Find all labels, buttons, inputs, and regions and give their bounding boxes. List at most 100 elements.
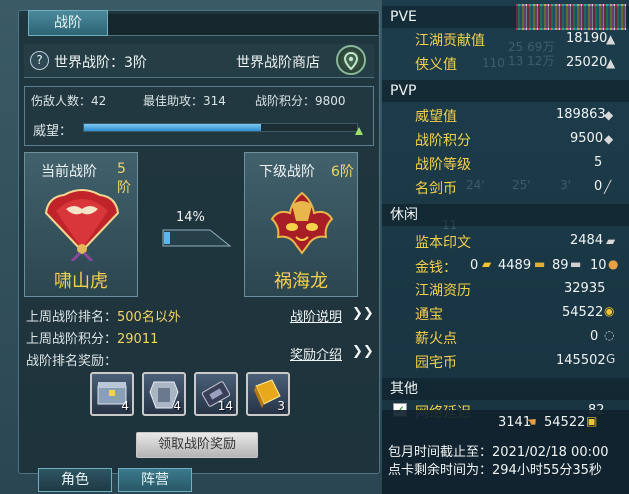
prestige-bar-fill <box>84 124 262 131</box>
pvp-header: PVP <box>382 80 629 102</box>
last-week-points: 上周战阶积分：29011 <box>26 328 158 347</box>
prestige-marker-icon <box>355 119 363 135</box>
last-week-rank: 上周战阶排名：500名以外 <box>26 306 181 325</box>
map-pin-icon[interactable] <box>336 45 366 75</box>
fire-points-icon: ◌ <box>604 328 615 342</box>
jianghu-contribution-label: 江湖贡献值 <box>415 33 485 49</box>
current-tier-name: 啸山虎 <box>54 271 108 292</box>
chevron-right-icon[interactable]: ❯❯ <box>352 306 374 321</box>
reward-count: 3 <box>277 399 285 413</box>
money-silver-value: 89 <box>552 258 569 273</box>
tab-bar <box>108 14 378 36</box>
money-value: 0 <box>470 258 479 273</box>
card-time-remaining: 点卡剩余时间为：294小时55分35秒 <box>388 463 602 478</box>
tongbao-value: 54522 <box>562 305 604 320</box>
chevron-right-icon[interactable]: ❯❯ <box>352 344 374 359</box>
next-tier-card: 下级战阶 6阶 祸海龙 <box>244 152 358 297</box>
next-tier-name: 祸海龙 <box>274 271 328 292</box>
reward-scroll[interactable]: 14 <box>194 372 238 416</box>
money-label: 金钱： <box>415 260 457 276</box>
gold-brick-icon: ▰ <box>482 257 492 271</box>
current-tier-title: 当前战阶 <box>41 164 97 180</box>
last-week-rank-value: 500名以外 <box>117 310 181 325</box>
jianghu-seniority-value: 32935 <box>564 281 606 296</box>
money-copper-value: 10 <box>590 258 607 273</box>
reward-armor[interactable]: 4 <box>142 372 186 416</box>
tier-progress-percent: 14% <box>176 210 205 225</box>
fan-emblem-icon <box>44 189 120 261</box>
next-tier-title: 下级战阶 <box>259 164 315 180</box>
seal-print-value: 2484 <box>570 233 604 248</box>
assist-stat: 最佳助攻：314 <box>143 94 226 108</box>
chivalry-label: 侠义值 <box>415 57 457 73</box>
reward-count: 4 <box>173 399 181 413</box>
tab-battle-rank[interactable]: 战阶 <box>28 10 108 36</box>
rank-points-icon: ◆ <box>604 132 614 146</box>
rank-points-value: 9500 <box>570 131 604 146</box>
seal-icon: ▰ <box>606 234 616 248</box>
hand-icon: ☚ <box>526 415 537 429</box>
background-text: 24' <box>466 178 485 192</box>
tab-camp[interactable]: 阵营 <box>118 468 192 492</box>
prestige-value-label: 威望值 <box>415 109 457 125</box>
next-tier-level: 6阶 <box>331 164 354 180</box>
tongbao-label: 通宝 <box>415 307 443 323</box>
other-header: 其他 <box>382 378 629 400</box>
silver-ingot-icon: ▬ <box>570 257 582 271</box>
tier-progress-arrow <box>162 229 232 247</box>
reward-chest[interactable]: 4 <box>90 372 134 416</box>
rank-explain-link[interactable]: 战阶说明 <box>290 306 342 325</box>
last-week-points-label: 上周战阶积分： <box>26 332 118 347</box>
contribution-icon: ▲ <box>606 32 616 46</box>
tab-character[interactable]: 角色 <box>38 468 112 492</box>
rank-level-value: 5 <box>594 155 603 170</box>
reward-count: 4 <box>121 399 129 413</box>
background-text: 110 <box>482 56 505 70</box>
prestige-label: 威望： <box>33 124 73 139</box>
reward-gold-bar[interactable]: 3 <box>246 372 290 416</box>
leisure-header: 休闲 <box>382 204 629 226</box>
home-coin-icon: G <box>606 352 616 366</box>
overlay-stat-2: 54522 <box>544 415 586 430</box>
sword-icon: ╱ <box>604 180 612 194</box>
fire-points-value: 0 <box>590 329 599 344</box>
world-rank-text: 世界战阶：3阶 <box>54 55 147 71</box>
stats-box: 伤敌人数：42 最佳助攻：314 战阶积分：9800 威望： <box>24 86 374 146</box>
prestige-bar <box>83 123 358 132</box>
home-coin-label: 园宅币 <box>415 355 457 371</box>
current-tier-card: 当前战阶 5阶 啸山虎 <box>24 152 138 297</box>
chivalry-icon: ▲ <box>606 56 616 70</box>
background-text: 25' <box>512 178 531 192</box>
money-gold-value: 4489 <box>498 258 532 273</box>
help-icon[interactable]: ? <box>30 51 49 70</box>
prestige-value: 189863 <box>556 107 606 122</box>
last-week-rank-label: 上周战阶排名： <box>26 310 118 325</box>
rank-reward-label: 战阶排名奖励： <box>26 354 118 369</box>
rank-points-label: 战阶积分 <box>415 133 471 149</box>
copper-coin-icon: ● <box>608 257 619 271</box>
chivalry-value: 25020 <box>566 55 608 70</box>
reward-count: 14 <box>217 399 233 413</box>
tongbao-coin-icon: ◉ <box>604 304 615 318</box>
gold-ingot-icon: ▬ <box>534 257 546 271</box>
sword-coin-label: 名剑币 <box>415 181 457 197</box>
home-coin-value: 145502 <box>556 353 606 368</box>
world-rank-bar: ? 世界战阶：3阶 世界战阶商店 <box>24 44 374 78</box>
dragon-mask-emblem-icon <box>270 191 334 255</box>
pve-header: PVE <box>382 6 629 28</box>
claim-reward-button[interactable]: 领取战阶奖励 <box>136 432 258 458</box>
world-rank-shop-label[interactable]: 世界战阶商店 <box>236 52 320 72</box>
jianghu-contribution-value: 18190 <box>566 31 608 46</box>
background-text: 13 12万 <box>508 54 555 68</box>
reward-intro-link[interactable]: 奖励介绍 <box>290 344 342 363</box>
coin-box-icon: ▣ <box>586 414 598 428</box>
jianghu-seniority-label: 江湖资历 <box>415 283 471 299</box>
sword-coin-value: 0 <box>594 179 603 194</box>
subscription-expiry: 包月时间截止至：2021/02/18 00:00 <box>388 445 609 460</box>
background-text: 3' <box>560 178 571 192</box>
last-week-points-value: 29011 <box>117 332 159 347</box>
rank-level-label: 战阶等级 <box>415 157 471 173</box>
prestige-icon: ◆ <box>604 108 614 122</box>
kills-stat: 伤敌人数：42 <box>31 94 107 108</box>
points-stat: 战阶积分：9800 <box>255 94 346 108</box>
